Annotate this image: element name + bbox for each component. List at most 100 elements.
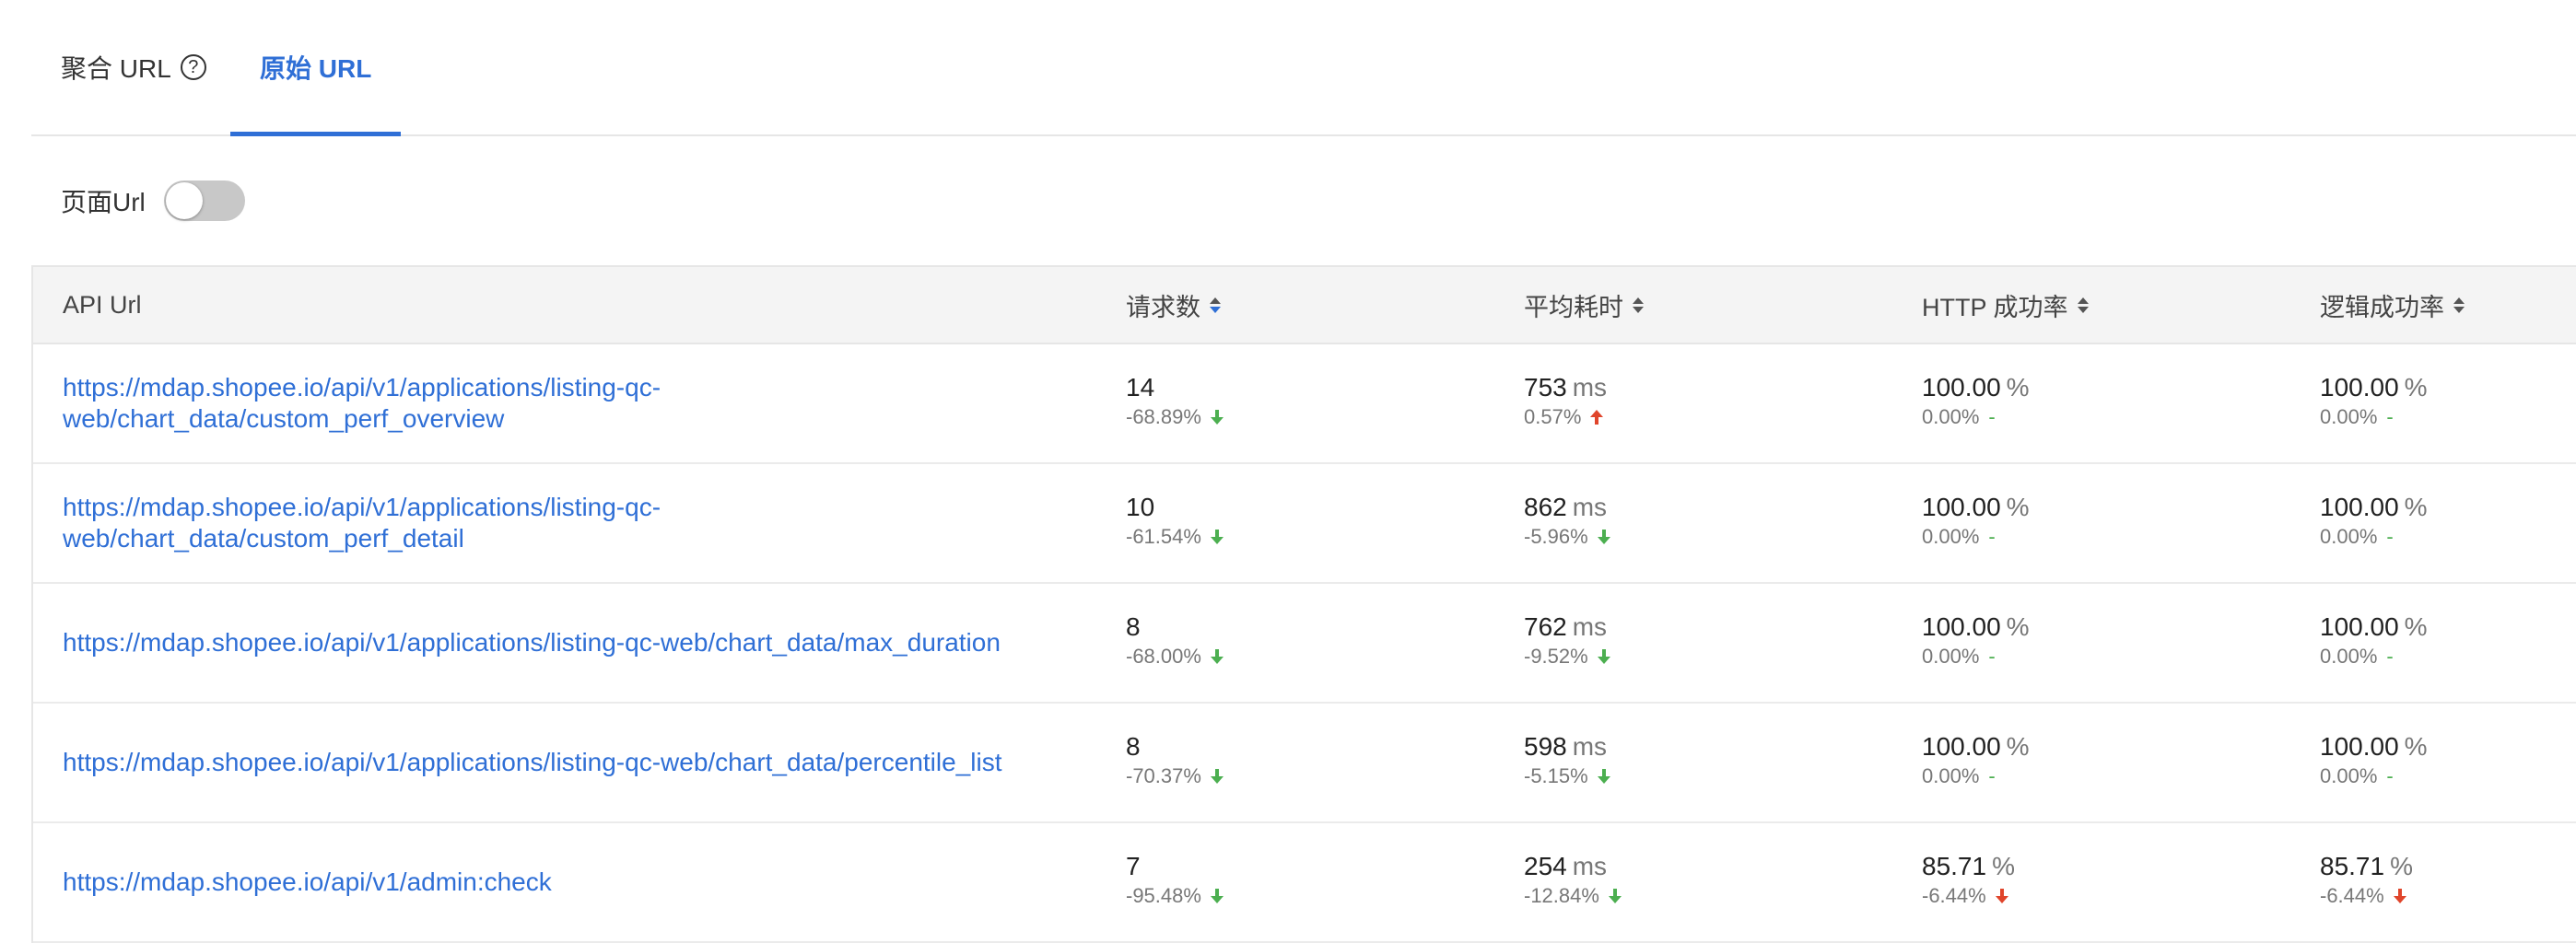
api-url-link[interactable]: https://mdap.shopee.io/api/v1/applicatio… [63,344,1076,462]
value-unit: % [2006,732,2030,761]
tab-raw-url[interactable]: 原始 URL [230,0,402,136]
avg-duration-cell: 254 ms -12.84% [1524,851,1622,910]
avg-duration-cell: 753 ms 0.57% [1524,372,1607,431]
metric-change: -68.89% [1126,403,1224,431]
sort-icon[interactable] [1633,297,1644,313]
api-url-link[interactable]: https://mdap.shopee.io/api/v1/applicatio… [63,704,1076,821]
metric-value: 862 ms [1524,492,1610,523]
request-count-cell: 8 -68.00% [1126,611,1224,670]
metric-value: 14 [1126,372,1224,403]
arrow-down-icon [2393,889,2406,903]
metric-change: -12.84% [1524,882,1622,910]
sort-icon[interactable] [1210,297,1221,313]
metric-change: -5.15% [1524,763,1610,790]
value-number: 8 [1126,732,1141,761]
change-percent: 0.00% [1922,764,1980,787]
logic-success-cell: 85.71% -6.44% [2320,851,2413,910]
header-avg-duration[interactable]: 平均耗时 [1524,267,1644,343]
url-line: https://mdap.shopee.io/api/v1/admin:chec… [63,867,552,896]
help-icon[interactable]: ? [180,54,206,80]
value-number: 100.00 [2320,493,2399,521]
avg-duration-cell: 862 ms -5.96% [1524,492,1610,551]
value-unit: % [2006,493,2030,521]
change-percent: 0.00% [2320,525,2378,548]
metric-change: 0.00% - [1922,643,2030,670]
value-unit: % [2404,493,2428,521]
value-unit: % [2006,373,2030,402]
api-url-link[interactable]: https://mdap.shopee.io/api/v1/applicatio… [63,464,1076,582]
change-percent: -70.37% [1126,764,1201,787]
metric-value: 598 ms [1524,731,1610,763]
api-url-link[interactable]: https://mdap.shopee.io/api/v1/applicatio… [63,584,1076,702]
metric-value: 8 [1126,611,1224,643]
metric-value: 85.71% [2320,851,2413,882]
metric-change: -9.52% [1524,643,1610,670]
value-number: 10 [1126,493,1155,521]
tab-aggregated-url[interactable]: 聚合 URL ? [61,0,206,134]
arrow-down-icon [1597,769,1610,784]
value-number: 100.00 [1922,493,2001,521]
tab-label: 聚合 URL [61,54,171,83]
http-success-cell: 85.71% -6.44% [1922,851,2015,910]
metric-change: 0.00% - [2320,403,2428,431]
page-url-toggle[interactable] [163,180,245,221]
no-change-indicator: - [2386,405,2394,428]
no-change-indicator: - [2386,525,2394,548]
value-unit: ms [1572,612,1608,641]
change-percent: 0.57% [1524,405,1582,428]
metric-value: 7 [1126,851,1224,882]
url-line: web/chart_data/custom_perf_detail [63,524,464,553]
table-row: https://mdap.shopee.io/api/v1/applicatio… [33,584,2576,704]
value-unit: ms [1572,493,1608,521]
url-line: https://mdap.shopee.io/api/v1/applicatio… [63,493,662,521]
http-success-cell: 100.00% 0.00% - [1922,372,2030,431]
metric-value: 753 ms [1524,372,1607,403]
header-logic-success-rate[interactable]: 逻辑成功率 [2320,267,2465,343]
arrow-up-icon [1590,410,1604,425]
change-percent: -61.54% [1126,525,1201,548]
metric-change: 0.00% - [2320,643,2428,670]
value-number: 85.71 [2320,852,2385,880]
url-tabs: 聚合 URL ? 原始 URL [31,0,2576,136]
header-request-count[interactable]: 请求数 [1126,267,1221,343]
value-number: 598 [1524,732,1567,761]
arrow-down-icon [1597,530,1610,544]
no-change-indicator: - [1988,405,1996,428]
header-label: 请求数 [1126,293,1200,321]
value-number: 14 [1126,373,1155,402]
url-line: https://mdap.shopee.io/api/v1/applicatio… [63,373,662,402]
arrow-down-icon [1608,889,1622,903]
arrow-down-icon [1210,889,1224,903]
metric-value: 100.00% [2320,611,2428,643]
http-success-cell: 100.00% 0.00% - [1922,492,2030,551]
metric-change: -61.54% [1126,523,1224,551]
avg-duration-cell: 762 ms -9.52% [1524,611,1610,670]
header-http-success-rate[interactable]: HTTP 成功率 [1922,267,2089,343]
no-change-indicator: - [2386,764,2394,787]
change-percent: 0.00% [1922,405,1980,428]
value-number: 862 [1524,493,1567,521]
table-row: https://mdap.shopee.io/api/v1/applicatio… [33,464,2576,584]
value-unit: ms [1572,732,1608,761]
table-row: https://mdap.shopee.io/api/v1/applicatio… [33,344,2576,464]
value-number: 254 [1524,852,1567,880]
metric-change: -68.00% [1126,643,1224,670]
tab-label: 原始 URL [260,54,372,83]
logic-success-cell: 100.00% 0.00% - [2320,611,2428,670]
metric-value: 254 ms [1524,851,1622,882]
no-change-indicator: - [1988,525,1996,548]
change-percent: -95.48% [1126,884,1201,907]
logic-success-cell: 100.00% 0.00% - [2320,372,2428,431]
header-label: HTTP 成功率 [1922,293,2068,321]
change-percent: 0.00% [2320,405,2378,428]
http-success-cell: 100.00% 0.00% - [1922,611,2030,670]
avg-duration-cell: 598 ms -5.15% [1524,731,1610,790]
api-url-link[interactable]: https://mdap.shopee.io/api/v1/admin:chec… [63,823,1076,941]
change-percent: 0.00% [1922,645,1980,668]
api-url-table: API Url 请求数 平均耗时 HTTP 成功率 逻辑成功率 https://… [31,265,2576,943]
request-count-cell: 10 -61.54% [1126,492,1224,551]
sort-icon[interactable] [2077,297,2089,313]
sort-icon[interactable] [2453,297,2465,313]
metric-value: 100.00% [2320,492,2428,523]
no-change-indicator: - [1988,645,1996,668]
